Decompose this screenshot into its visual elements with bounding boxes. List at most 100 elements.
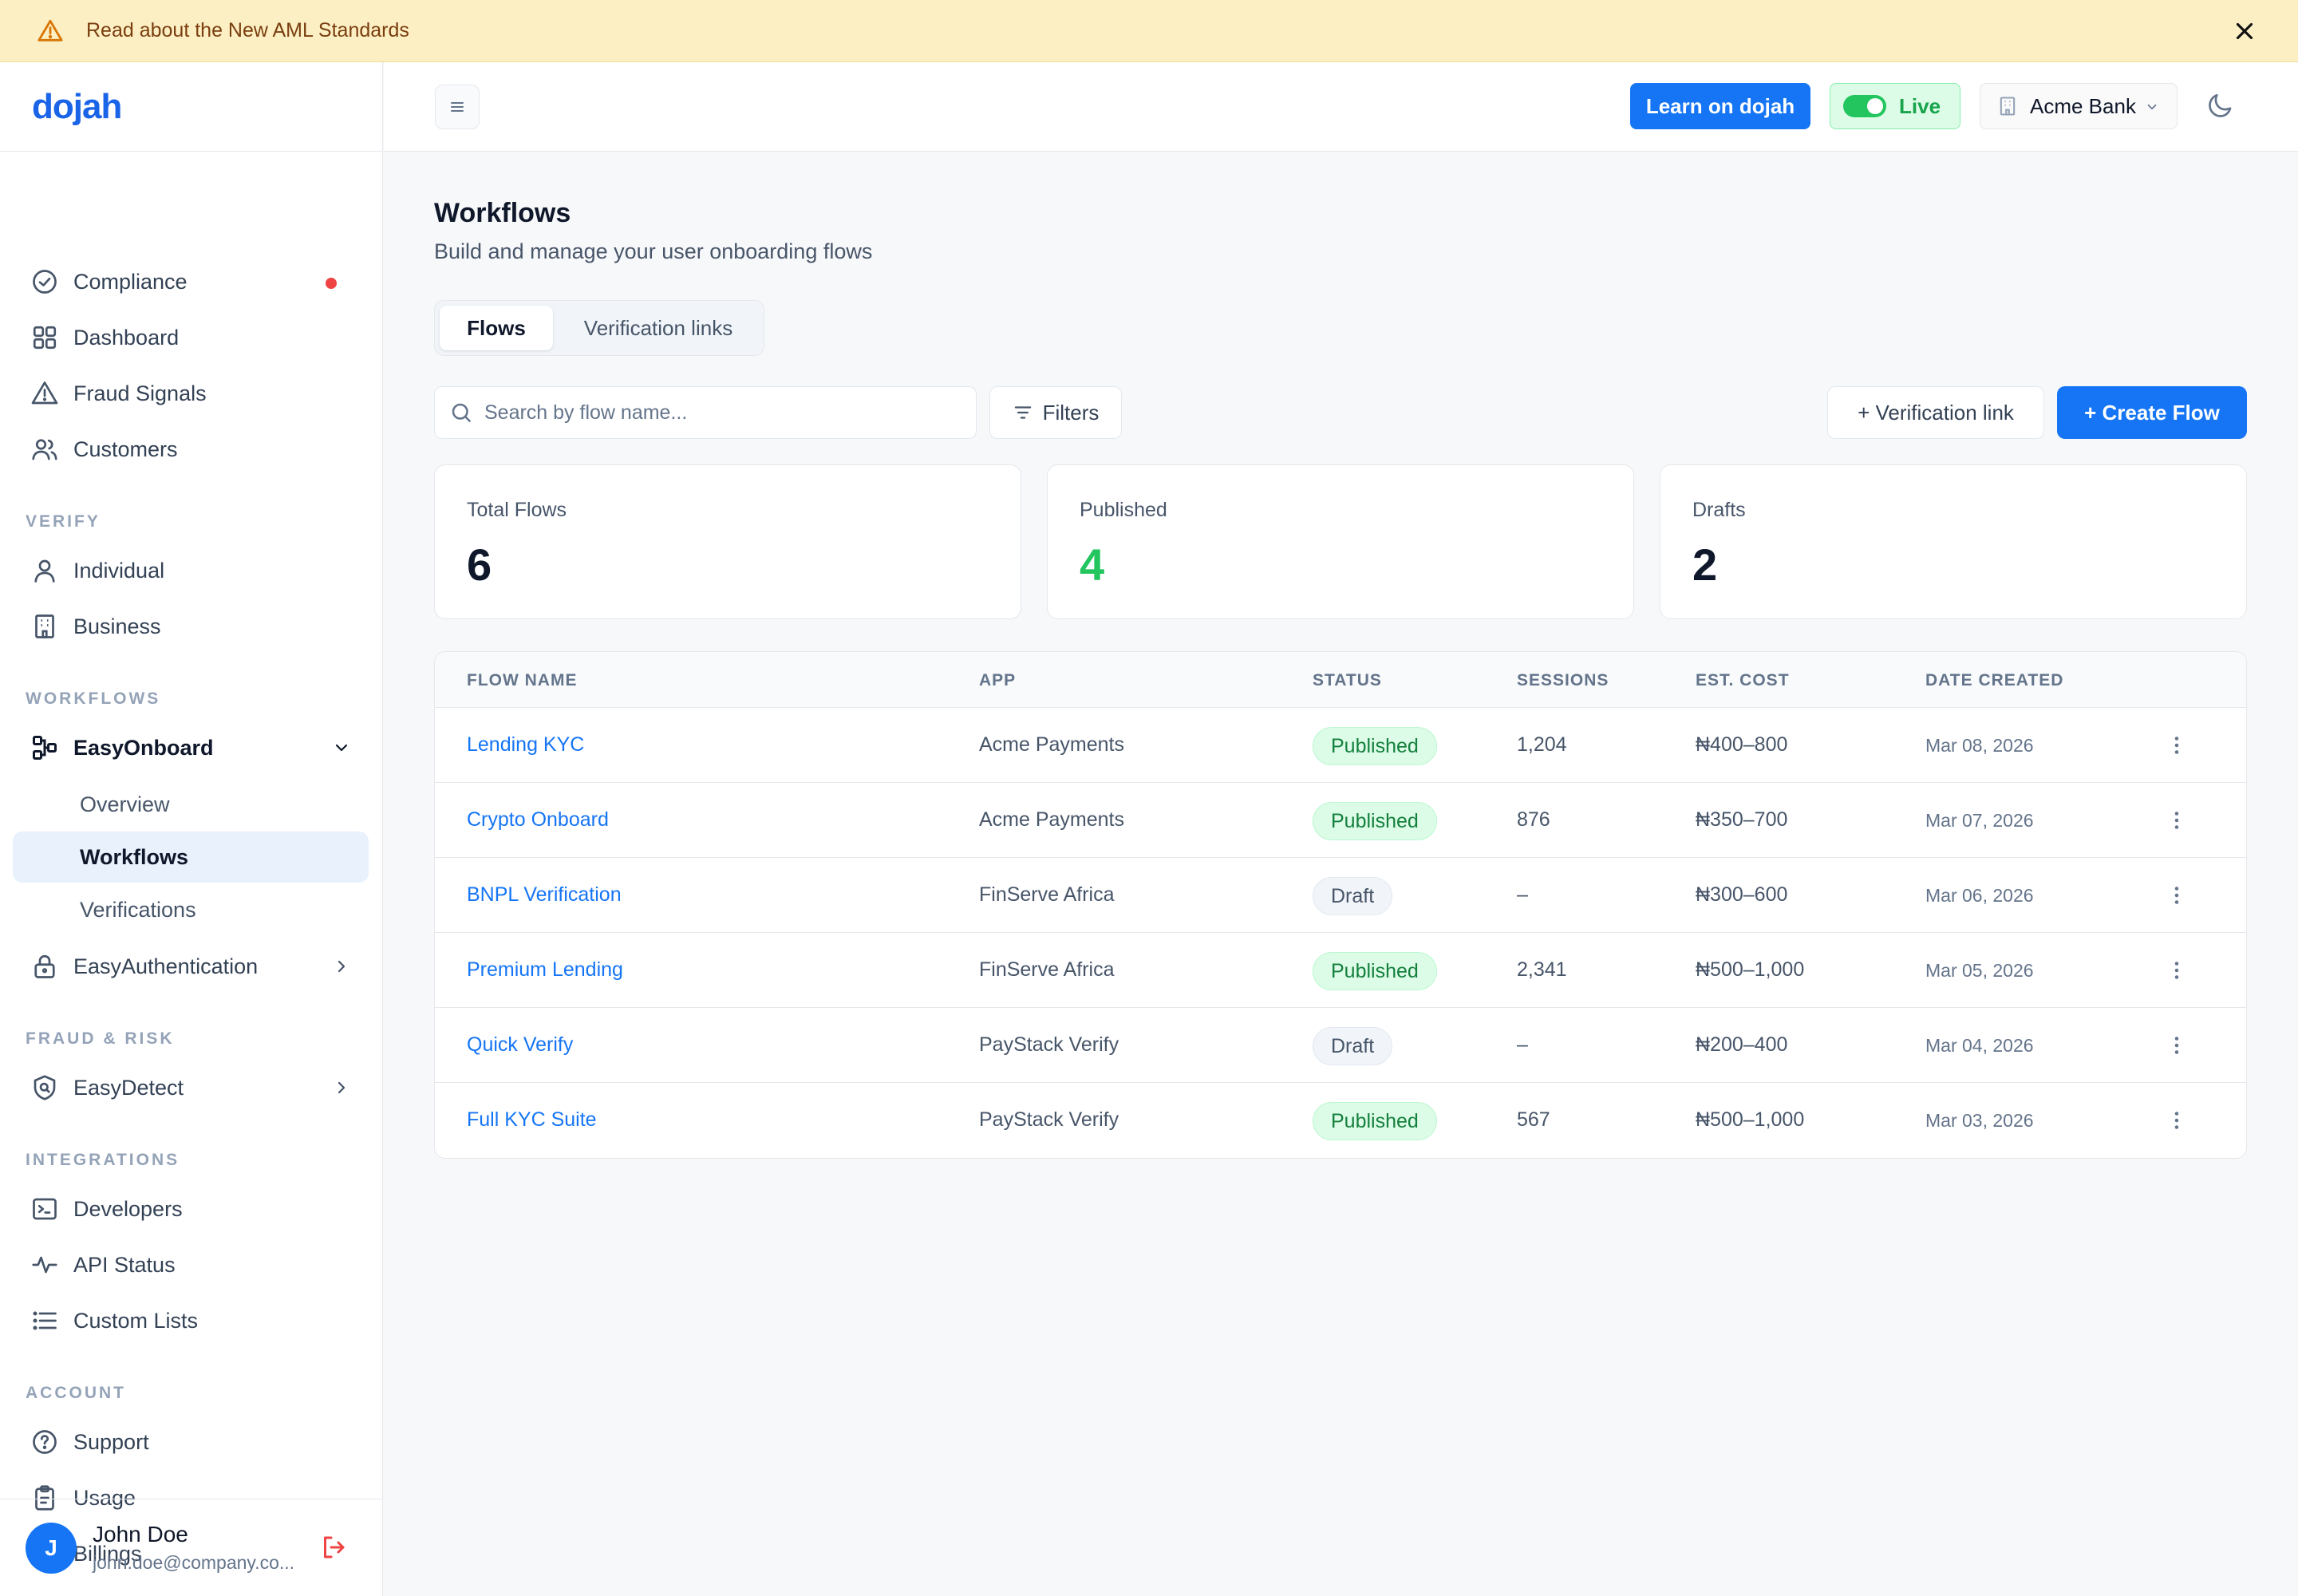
sidebar-item-easyauthentication[interactable]: EasyAuthentication xyxy=(13,940,369,993)
sessions-cell: 2,341 xyxy=(1517,958,1567,981)
est-cost-cell: ₦350–700 xyxy=(1696,808,1788,831)
stat-card-drafts: Drafts 2 xyxy=(1660,464,2247,619)
learn-on-dojah-button[interactable]: Learn on dojah xyxy=(1630,83,1810,129)
flow-name-link[interactable]: BNPL Verification xyxy=(467,883,622,907)
stat-value: 4 xyxy=(1080,539,1105,590)
help-circle-icon xyxy=(33,1430,57,1454)
table-header: FLOW NAME APP STATUS SESSIONS EST. COST … xyxy=(435,652,2246,708)
sidebar-item-developers[interactable]: Developers xyxy=(13,1183,369,1235)
create-flow-button[interactable]: + Create Flow xyxy=(2057,386,2247,439)
filters-button[interactable]: Filters xyxy=(989,386,1122,439)
app-cell: PayStack Verify xyxy=(979,1108,1119,1131)
stat-value: 2 xyxy=(1692,539,1718,590)
avatar[interactable]: J xyxy=(26,1522,77,1574)
search-input[interactable] xyxy=(484,401,931,425)
flows-table: FLOW NAME APP STATUS SESSIONS EST. COST … xyxy=(434,651,2247,1159)
status-badge: Published xyxy=(1313,952,1437,990)
column-header-est-cost[interactable]: EST. COST xyxy=(1696,671,1790,690)
column-header-sessions[interactable]: SESSIONS xyxy=(1517,671,1609,690)
sidebar-subitem-verifications[interactable]: Verifications xyxy=(13,884,369,935)
live-mode-toggle[interactable]: Live xyxy=(1830,83,1960,129)
tab-verification-links[interactable]: Verification links xyxy=(558,306,759,350)
search-box[interactable] xyxy=(434,386,977,439)
sidebar-item-label: Customers xyxy=(73,437,178,461)
sidebar-item-easydetect[interactable]: EasyDetect xyxy=(13,1061,369,1114)
sidebar-subitem-workflows[interactable]: Workflows xyxy=(13,832,369,883)
sessions-cell: – xyxy=(1517,883,1528,906)
sidebar-item-compliance[interactable]: Compliance xyxy=(13,255,369,308)
sidebar-item-label: Individual xyxy=(73,558,165,583)
more-options-icon[interactable] xyxy=(2163,957,2190,984)
section-label-verify: VERIFY xyxy=(26,512,101,531)
user-email: john.doe@company.co... xyxy=(93,1552,295,1573)
date-created-cell: Mar 06, 2026 xyxy=(1925,885,2034,906)
column-header-date-created[interactable]: DATE CREATED xyxy=(1925,671,2063,690)
sidebar-item-support[interactable]: Support xyxy=(13,1416,369,1468)
app-cell: Acme Payments xyxy=(979,733,1125,756)
toggle-switch[interactable] xyxy=(1843,95,1886,117)
sidebar-item-custom-lists[interactable]: Custom Lists xyxy=(13,1294,369,1347)
more-options-icon[interactable] xyxy=(2163,1032,2190,1059)
status-badge: Draft xyxy=(1313,877,1393,915)
close-icon[interactable] xyxy=(2231,18,2258,45)
table-row[interactable]: Crypto Onboard Acme Payments Published 876 ₦… xyxy=(435,783,2246,858)
flow-name-link[interactable]: Full KYC Suite xyxy=(467,1108,597,1132)
more-options-icon[interactable] xyxy=(2163,732,2190,759)
sidebar-item-dashboard[interactable]: Dashboard xyxy=(13,311,369,364)
more-options-icon[interactable] xyxy=(2163,807,2190,834)
logo[interactable]: dojah xyxy=(32,87,122,127)
date-created-cell: Mar 07, 2026 xyxy=(1925,810,2034,831)
column-header-status[interactable]: STATUS xyxy=(1313,671,1382,690)
table-row[interactable]: Full KYC Suite PayStack Verify Published 56… xyxy=(435,1083,2246,1158)
sidebar-item-fraud-signals[interactable]: Fraud Signals xyxy=(13,367,369,420)
sidebar-subitem-overview[interactable]: Overview xyxy=(13,779,369,830)
sidebar-item-label: EasyOnboard xyxy=(73,735,214,760)
sidebar-item-label: Custom Lists xyxy=(73,1308,199,1333)
more-options-icon[interactable] xyxy=(2163,1107,2190,1134)
banner-text[interactable]: Read about the New AML Standards xyxy=(86,19,409,42)
table-row[interactable]: Quick Verify PayStack Verify Draft – ₦200–40… xyxy=(435,1008,2246,1083)
flow-name-link[interactable]: Crypto Onboard xyxy=(467,808,609,832)
user-icon xyxy=(34,559,55,583)
chevron-down-icon xyxy=(2147,104,2157,110)
sidebar-item-label: API Status xyxy=(73,1252,176,1277)
sidebar-item-individual[interactable]: Individual xyxy=(13,544,369,597)
date-created-cell: Mar 05, 2026 xyxy=(1925,960,2034,981)
flow-name-link[interactable]: Premium Lending xyxy=(467,958,623,982)
status-badge: Published xyxy=(1313,802,1437,840)
chevron-down-icon xyxy=(335,744,348,752)
stat-card-published: Published 4 xyxy=(1047,464,1634,619)
topbar: Learn on dojah Live Acme Bank xyxy=(384,62,2298,152)
user-name: John Doe xyxy=(93,1522,188,1547)
tab-flows[interactable]: Flows xyxy=(440,306,553,350)
users-icon xyxy=(32,439,57,460)
hamburger-icon xyxy=(451,102,464,112)
add-verification-link-button[interactable]: + Verification link xyxy=(1827,386,2044,439)
table-row[interactable]: BNPL Verification FinServe Africa Draft – ₦3… xyxy=(435,858,2246,933)
flow-name-link[interactable]: Quick Verify xyxy=(467,1033,573,1057)
section-label-workflows: WORKFLOWS xyxy=(26,689,161,708)
moon-icon[interactable] xyxy=(2206,91,2235,120)
warning-icon xyxy=(38,19,63,41)
est-cost-cell: ₦300–600 xyxy=(1696,883,1788,906)
user-profile[interactable]: J John Doe john.doe@company.co... xyxy=(0,1499,383,1596)
sidebar-item-easyonboard[interactable]: EasyOnboard xyxy=(13,721,369,774)
column-header-flow-name[interactable]: FLOW NAME xyxy=(467,671,577,690)
sidebar-item-api-status[interactable]: API Status xyxy=(13,1238,369,1291)
page-subtitle: Build and manage your user onboarding fl… xyxy=(434,239,873,263)
sidebar-item-business[interactable]: Business xyxy=(13,600,369,653)
table-row[interactable]: Premium Lending FinServe Africa Published 2… xyxy=(435,933,2246,1008)
search-icon xyxy=(452,403,471,422)
more-options-icon[interactable] xyxy=(2163,882,2190,909)
logout-icon[interactable] xyxy=(319,1533,348,1562)
table-row[interactable]: Lending KYC Acme Payments Published 1,204 ₦4… xyxy=(435,708,2246,783)
flow-name-link[interactable]: Lending KYC xyxy=(467,733,584,757)
sidebar-item-customers[interactable]: Customers xyxy=(13,423,369,476)
alert-triangle-icon xyxy=(31,381,58,405)
est-cost-cell: ₦500–1,000 xyxy=(1696,958,1805,981)
filter-icon xyxy=(1014,406,1031,419)
menu-toggle-button[interactable] xyxy=(435,85,480,129)
column-header-app[interactable]: APP xyxy=(979,671,1016,690)
stat-label: Total Flows xyxy=(467,499,567,521)
organization-selector[interactable]: Acme Bank xyxy=(1980,83,2178,129)
